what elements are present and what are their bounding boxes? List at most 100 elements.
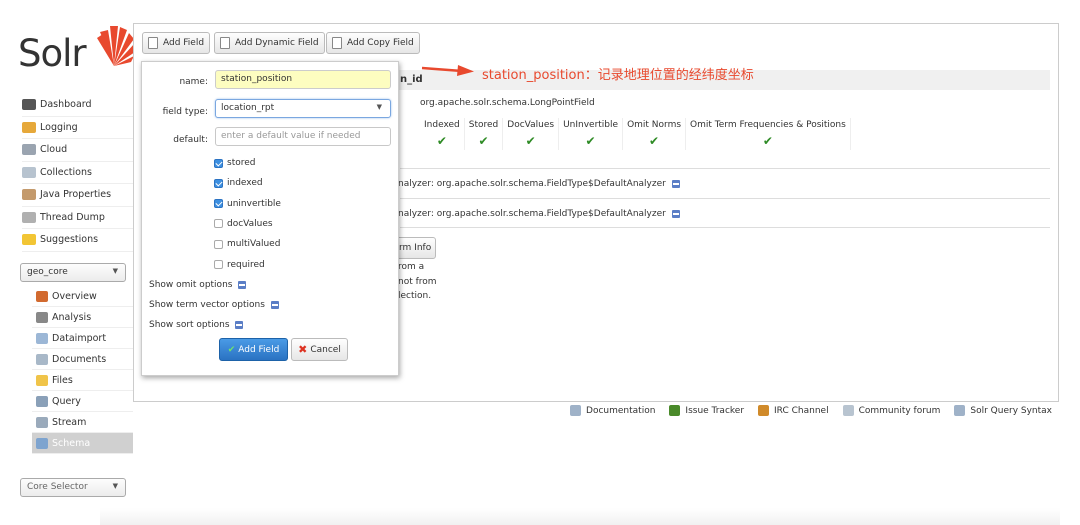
annotation-text: station_position：记录地理位置的经纬度坐标: [482, 68, 754, 83]
core-nav-item-analysis[interactable]: Analysis: [32, 307, 133, 328]
import-icon: [36, 332, 48, 344]
footer-link-issue-tracker[interactable]: Issue Tracker: [669, 405, 744, 416]
field-type-select[interactable]: location_rpt ▼: [215, 99, 391, 118]
chevron-down-icon: ▼: [376, 103, 382, 111]
checkmark-icon: ✔: [649, 134, 660, 148]
page-bottom-shadow: [100, 508, 1060, 525]
check-icon: ✔: [227, 344, 236, 355]
field-type-label: field type:: [162, 107, 208, 117]
show-term-vector-options-label: Show term vector options: [149, 300, 265, 310]
nav-item-thread-dump[interactable]: Thread Dump: [22, 207, 134, 229]
core-selector-placeholder: Core Selector: [27, 482, 88, 492]
footer-link-solr-query-syntax[interactable]: Solr Query Syntax: [954, 405, 1052, 416]
name-field[interactable]: station_position: [215, 70, 391, 89]
core-nav-item-label: Files: [52, 374, 73, 386]
nav-item-label: Logging: [40, 121, 78, 133]
nav-item-logging[interactable]: Logging: [22, 117, 134, 139]
mail-icon: [842, 405, 854, 416]
add-dynamic-field-button[interactable]: Add Dynamic Field: [214, 32, 325, 54]
checkbox-multivalued[interactable]: multiValued: [214, 239, 280, 249]
toggle-icon[interactable]: [671, 209, 680, 218]
nav-item-collections[interactable]: Collections: [22, 162, 134, 184]
document-icon: [148, 37, 158, 49]
core-nav-item-label: Schema: [52, 437, 91, 449]
show-sort-options-label: Show sort options: [149, 320, 230, 330]
core-nav-item-stream[interactable]: Stream: [32, 412, 133, 433]
checkbox-icon[interactable]: [214, 239, 223, 249]
chevron-down-icon: ▼: [112, 267, 118, 275]
footer-link-label: Issue Tracker: [685, 405, 745, 416]
add-field-dialog: name: station_position field type: locat…: [141, 61, 399, 376]
core-nav-item-label: Documents: [52, 353, 107, 365]
info-text-line: lection.: [398, 291, 432, 301]
checkmark-icon: ✔: [436, 134, 447, 148]
checkbox-indexed[interactable]: indexed: [214, 178, 263, 188]
nav-item-label: Thread Dump: [40, 211, 105, 223]
checkbox-label: docValues: [227, 218, 273, 229]
core-nav-item-label: Analysis: [52, 311, 92, 323]
solr-sun-icon: [97, 26, 135, 66]
checkbox-uninvertible[interactable]: uninvertible: [214, 199, 281, 209]
nav-item-java-properties[interactable]: Java Properties: [22, 184, 134, 207]
nav-item-label: Suggestions: [40, 234, 99, 246]
syntax-icon: [954, 405, 966, 416]
field-properties-table: Indexed Stored DocValues UnInvertible Omit N…: [420, 118, 851, 150]
close-icon: ✖: [298, 343, 308, 356]
nav-item-label: Java Properties: [40, 189, 112, 201]
footer-link-irc-channel[interactable]: IRC Channel: [758, 405, 829, 416]
nav-item-cloud[interactable]: Cloud: [22, 139, 134, 162]
core-nav: Overview Analysis Dataimport Documents Files…: [32, 286, 133, 454]
core-nav-item-schema[interactable]: Schema: [32, 433, 133, 454]
checkbox-icon[interactable]: [214, 158, 223, 168]
magnifier-icon: [36, 395, 48, 407]
checkbox-label: uninvertible: [227, 198, 281, 209]
cancel-button-label: Cancel: [310, 344, 341, 355]
checkbox-stored[interactable]: stored: [214, 158, 255, 168]
document-icon: [570, 405, 582, 416]
property-header: DocValues: [502, 118, 560, 132]
checkbox-required[interactable]: required: [214, 260, 265, 270]
main-nav: Dashboard Logging Cloud Collections Java Pro…: [22, 94, 134, 252]
core-nav-item-documents[interactable]: Documents: [32, 349, 133, 370]
schema-icon: [36, 437, 48, 449]
checkbox-docvalues[interactable]: docValues: [214, 219, 273, 229]
core-nav-item-dataimport[interactable]: Dataimport: [32, 328, 133, 349]
solr-logo[interactable]: Solr: [18, 22, 135, 75]
toggle-icon: [235, 320, 244, 329]
show-term-vector-options-link[interactable]: Show term vector options: [149, 300, 279, 310]
core-nav-item-overview[interactable]: Overview: [32, 286, 133, 307]
checkbox-icon[interactable]: [214, 178, 223, 188]
divider: [400, 168, 1050, 169]
nav-item-suggestions[interactable]: Suggestions: [22, 229, 134, 252]
add-field-button-label: Add Field: [163, 38, 205, 48]
nav-item-label: Collections: [40, 166, 92, 178]
core-nav-item-label: Stream: [52, 416, 87, 428]
checkbox-icon[interactable]: [214, 199, 223, 209]
show-omit-options-link[interactable]: Show omit options: [149, 280, 247, 290]
core-select-dropdown[interactable]: geo_core ▼: [20, 263, 126, 282]
add-copy-field-button[interactable]: Add Copy Field: [326, 32, 420, 54]
core-nav-item-query[interactable]: Query: [32, 391, 133, 412]
nav-item-dashboard[interactable]: Dashboard: [22, 94, 134, 117]
checkbox-icon[interactable]: [214, 260, 223, 269]
nav-item-label: Cloud: [40, 144, 68, 156]
checkbox-label: multiValued: [227, 239, 281, 250]
default-field[interactable]: enter a default value if needed: [215, 127, 391, 146]
core-nav-item-files[interactable]: Files: [32, 370, 133, 391]
logo-text: Solr: [18, 32, 87, 75]
dashboard-icon: [22, 99, 36, 111]
cancel-button[interactable]: ✖ Cancel: [291, 338, 348, 361]
core-selector-dropdown[interactable]: Core Selector ▼: [20, 478, 126, 497]
property-header: Omit Term Frequencies & Positions: [685, 118, 851, 132]
add-field-button[interactable]: Add Field: [142, 32, 211, 54]
checkbox-icon[interactable]: [214, 219, 223, 229]
bug-icon: [669, 405, 681, 416]
add-field-submit-button[interactable]: ✔ Add Field: [219, 338, 288, 361]
footer-link-community-forum[interactable]: Community forum: [842, 405, 941, 416]
toggle-icon[interactable]: [671, 179, 680, 188]
show-sort-options-link[interactable]: Show sort options: [149, 320, 244, 330]
name-label: name:: [179, 77, 208, 87]
footer-link-documentation[interactable]: Documentation: [570, 405, 655, 416]
footer-link-label: Documentation: [586, 405, 656, 416]
footer-link-label: Community forum: [858, 405, 941, 416]
